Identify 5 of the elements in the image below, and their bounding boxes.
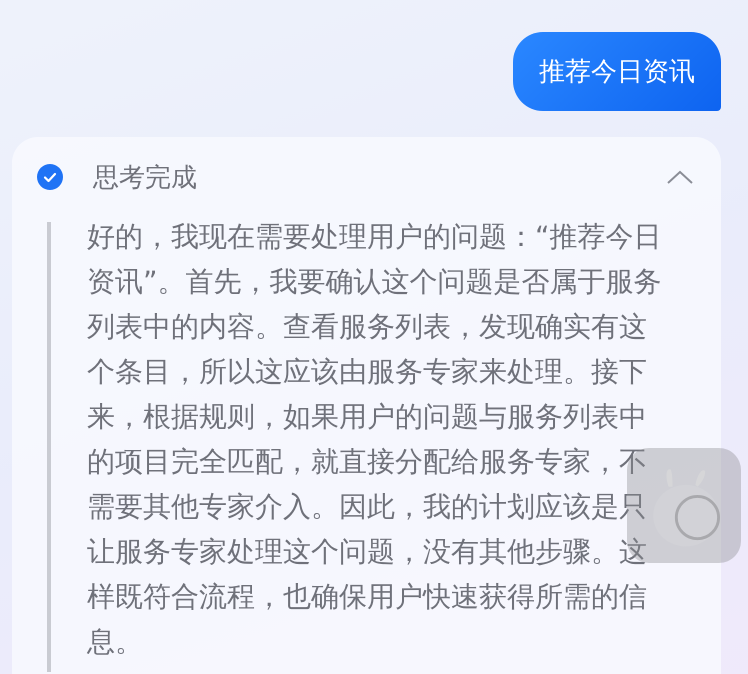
chevron-up-icon (666, 169, 694, 185)
collapse-toggle[interactable] (666, 169, 694, 185)
thinking-text: 好的，我现在需要处理用户的问题：“推荐今日资讯”。首先，我要确认这个问题是否属于服务列表中的内容。查看服务列表，发现确实有这个条目，所以这应该由服务专家来处理。接下来，根据规则，如果用户的问题与服务列表中的项目完全匹配，就直接分配给服务专家，不需要其他专家介入。因此，我的计划应该是只让服务专家处理这个问题，没有其他步骤。这样既符合流程，也确保用户快速获得所需的信息。 (87, 219, 663, 660)
thinking-status: 思考完成 (93, 162, 197, 194)
user-message-bubble: 推荐今日资讯 (513, 32, 721, 111)
